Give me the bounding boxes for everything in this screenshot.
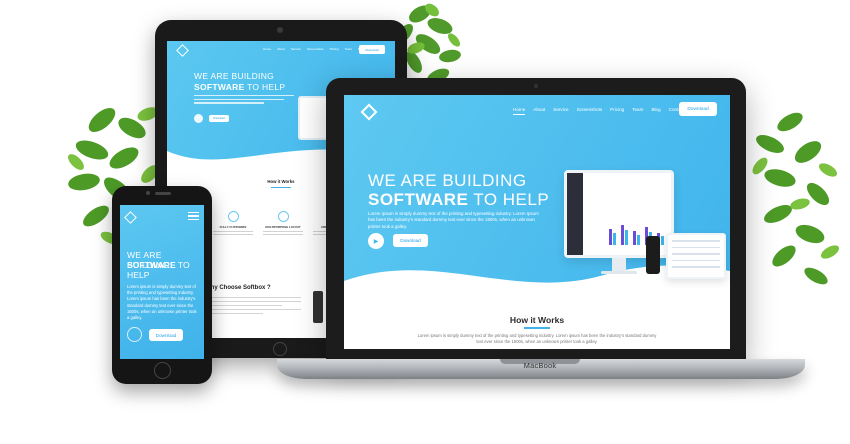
tablet-nav-item[interactable]: Service [291, 47, 301, 51]
tablet-nav-item[interactable]: Home [263, 47, 271, 51]
hamburger-menu-icon[interactable] [188, 212, 199, 221]
phone-logo-icon[interactable] [124, 211, 137, 224]
plant-right [740, 104, 850, 304]
laptop-brand-label: MacBook [523, 361, 557, 370]
phone-hero-cta[interactable]: Download [149, 329, 183, 341]
tablet-why-text [205, 297, 301, 317]
tablet-why-title: Why Choose Softbox ? [205, 285, 271, 291]
laptop-nav-item[interactable]: Service [553, 107, 568, 115]
laptop-hero-line1: WE ARE BUILDING [368, 171, 527, 190]
laptop-how-underline [524, 327, 550, 329]
laptop-hero-cta[interactable]: Download [393, 234, 428, 247]
tablet-camera [277, 27, 283, 33]
tablet-hero-text [194, 95, 294, 109]
laptop-camera [534, 84, 538, 88]
tablet-nav-item[interactable]: About [277, 47, 285, 51]
laptop-nav-item[interactable]: Team [632, 107, 643, 115]
tablet-hero-cta[interactable]: Download [209, 115, 229, 122]
laptop-nav-item[interactable]: Pricing [610, 107, 624, 115]
laptop-screen: Home About Service Screenshots Pricing T… [344, 95, 730, 349]
monitor-stand-base [601, 271, 637, 274]
tablet-feature: MULTIPURPOSE LAYOUT [257, 211, 309, 237]
laptop-how-title: How it Works [509, 315, 565, 325]
phone-camera [146, 191, 150, 195]
phone-screen: WE ARE BUILDING SOFTWARE TO HELP Lorem i… [120, 205, 204, 359]
tablet-nav-item[interactable]: Screenshots [307, 47, 324, 51]
tablet-download-button[interactable]: Download [359, 45, 385, 54]
phone-hero-line2: SOFTWARE TO HELP [127, 260, 190, 280]
laptop-nav-item[interactable]: About [533, 107, 545, 115]
phone-device: WE ARE BUILDING SOFTWARE TO HELP Lorem i… [112, 186, 212, 384]
tablet-feature: FULLY CUSTOMIZE [207, 211, 259, 237]
laptop-nav-item[interactable]: Home [513, 107, 526, 115]
tablet-phone-image [313, 291, 323, 323]
play-icon[interactable]: ▶ [368, 233, 384, 249]
tablet-hero-line2: SOFTWARE TO HELP [194, 82, 286, 92]
laptop-how-text: Lorem ipsum is simply dummy text of the … [417, 333, 657, 344]
laptop-hero-text: Lorem Ipsum is simply dummy text of the … [368, 211, 539, 229]
feature-icon [277, 211, 289, 222]
tablet-how-underline [271, 187, 291, 188]
phone-hero-text: Lorem ipsum is simply dummy text of the … [127, 284, 197, 321]
phone-play-icon[interactable] [127, 327, 142, 342]
laptop-nav-item[interactable]: Blog [651, 107, 660, 115]
phone-home-button[interactable] [154, 362, 171, 379]
tablet-play-icon[interactable] [194, 114, 203, 123]
tablet-nav-item[interactable]: Pricing [330, 47, 339, 51]
tablet-nav-item[interactable]: Team [345, 47, 352, 51]
tablet-home-button[interactable] [273, 342, 287, 356]
tablet-hero-line1: WE ARE BUILDING [194, 71, 275, 81]
feature-icon [227, 211, 239, 222]
phone-speaker [155, 192, 171, 195]
monitor-stand [612, 258, 626, 272]
laptop-download-button[interactable]: Download [679, 102, 717, 116]
dashboard-monitor-image-small [666, 233, 726, 279]
laptop-nav: Home About Service Screenshots Pricing T… [513, 107, 684, 115]
dashboard-phone-image [646, 236, 660, 274]
laptop-hero-line2: SOFTWARE TO HELP [368, 190, 550, 209]
laptop-nav-item[interactable]: Screenshots [577, 107, 603, 115]
